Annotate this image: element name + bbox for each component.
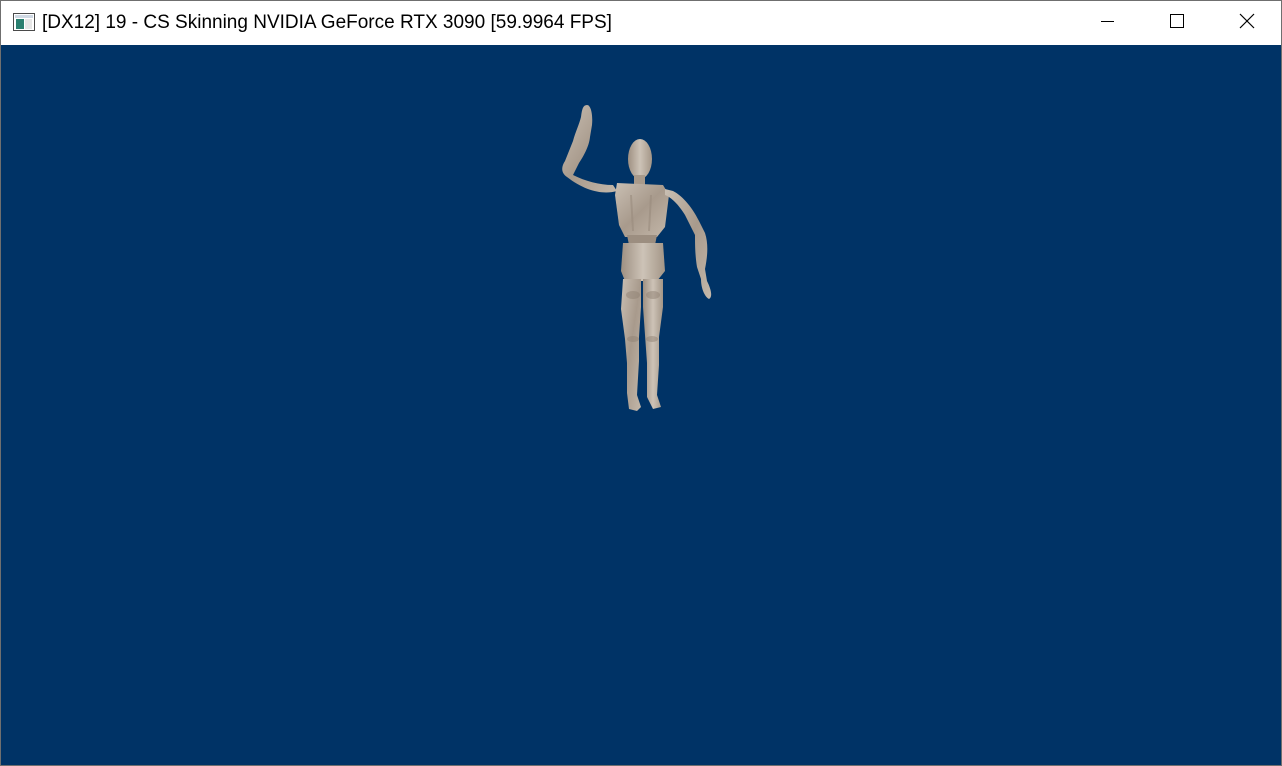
maximize-button[interactable]	[1142, 1, 1212, 45]
minimize-icon	[1100, 14, 1114, 33]
app-window: [DX12] 19 - CS Skinning NVIDIA GeForce R…	[0, 0, 1282, 766]
skinned-mannequin-model	[562, 105, 712, 411]
render-viewport[interactable]	[1, 45, 1281, 765]
window-title: [DX12] 19 - CS Skinning NVIDIA GeForce R…	[42, 12, 612, 33]
title-bar[interactable]: [DX12] 19 - CS Skinning NVIDIA GeForce R…	[1, 1, 1281, 45]
app-window-icon[interactable]	[13, 13, 35, 31]
minimize-button[interactable]	[1072, 1, 1142, 45]
maximize-icon	[1169, 13, 1185, 34]
close-button[interactable]	[1212, 1, 1281, 45]
close-icon	[1239, 13, 1255, 34]
